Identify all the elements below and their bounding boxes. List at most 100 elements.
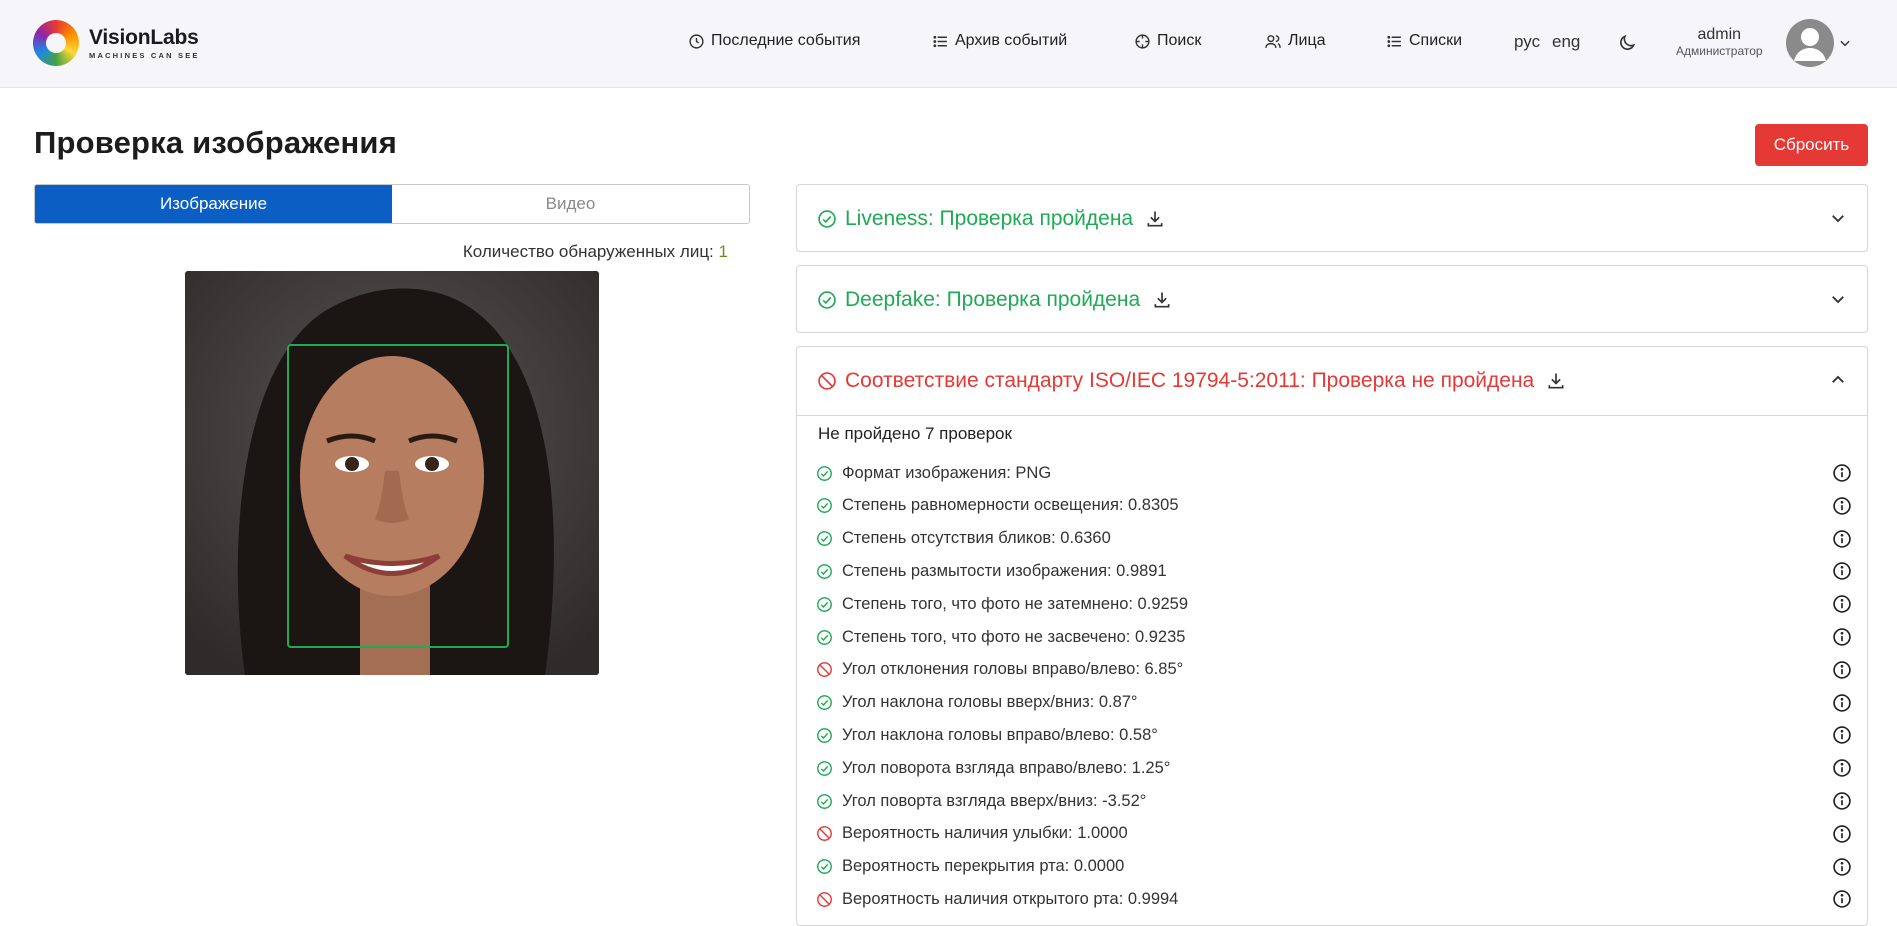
user-role: Администратор xyxy=(1676,44,1763,59)
clock-icon xyxy=(689,33,704,49)
check-row: Угол наклона головы вверх/вниз: 0.87° xyxy=(816,690,1852,716)
check-circle-icon xyxy=(817,760,832,776)
face-count-value: 1 xyxy=(718,242,728,261)
check-circle-icon xyxy=(817,498,832,514)
list-icon xyxy=(1387,35,1401,47)
lang-ru[interactable]: рус xyxy=(1514,32,1540,52)
avatar[interactable] xyxy=(1786,19,1834,67)
check-row: Формат изображения: PNG xyxy=(816,460,1852,486)
chevron-up-icon[interactable] xyxy=(1829,371,1847,389)
info-icon[interactable] xyxy=(1832,857,1852,877)
list-icon xyxy=(933,35,947,47)
deepfake-header: Deepfake: Проверка пройдена xyxy=(817,288,1172,312)
liveness-panel[interactable]: Liveness: Проверка пройдена xyxy=(796,184,1868,252)
download-icon[interactable] xyxy=(1152,290,1172,310)
logo-name: VisionLabs xyxy=(89,25,199,49)
logo[interactable]: VisionLabs MACHINES CAN SEE xyxy=(33,20,200,66)
check-circle-icon xyxy=(817,793,832,809)
check-row: Угол поворота взгляда вправо/влево: 1.25… xyxy=(816,755,1852,781)
check-label: Угол наклона головы вправо/влево: 0.58° xyxy=(842,725,1158,744)
page-title: Проверка изображения xyxy=(34,125,397,160)
check-circle-icon xyxy=(817,596,832,612)
deepfake-title: Deepfake: Проверка пройдена xyxy=(845,288,1141,311)
face-count: Количество обнаруженных лиц: 1 xyxy=(34,242,728,262)
tab-video[interactable]: Видео xyxy=(392,185,749,223)
check-label: Степень отсутствия бликов: 0.6360 xyxy=(842,529,1111,548)
check-row: Степень равномерности освещения: 0.8305 xyxy=(816,493,1852,519)
ban-icon xyxy=(818,372,836,390)
chevron-down-icon[interactable] xyxy=(1838,36,1852,50)
top-bar: VisionLabs MACHINES CAN SEE Последние со… xyxy=(0,0,1897,88)
crosshair-icon xyxy=(1135,33,1150,49)
check-row: Степень отсутствия бликов: 0.6360 xyxy=(816,526,1852,552)
info-icon[interactable] xyxy=(1832,889,1852,909)
check-label: Степень равномерности освещения: 0.8305 xyxy=(842,496,1179,515)
info-icon[interactable] xyxy=(1832,594,1852,614)
check-circle-icon xyxy=(817,563,832,579)
nav-label: Архив событий xyxy=(955,32,1068,49)
chevron-down-icon[interactable] xyxy=(1829,290,1847,308)
nav-events-archive[interactable]: Архив событий xyxy=(932,32,1067,50)
source-tabs: Изображение Видео xyxy=(34,184,750,224)
check-label: Степень того, что фото не засвечено: 0.9… xyxy=(842,627,1186,646)
check-row: Угол наклона головы вправо/влево: 0.58° xyxy=(816,722,1852,748)
check-row: Степень того, что фото не засвечено: 0.9… xyxy=(816,624,1852,650)
users-icon xyxy=(1265,34,1281,48)
check-circle-icon xyxy=(817,629,832,645)
reset-button[interactable]: Сбросить xyxy=(1755,124,1868,166)
check-label: Степень того, что фото не затемнено: 0.9… xyxy=(842,594,1189,613)
check-label: Угол поворта взгляда вверх/вниз: -3.52° xyxy=(842,791,1147,810)
nav-faces[interactable]: Лица xyxy=(1264,32,1326,50)
check-label: Угол поворота взгляда вправо/влево: 1.25… xyxy=(842,758,1171,777)
moon-icon[interactable] xyxy=(1617,33,1637,53)
check-label: Вероятность перекрытия рта: 0.0000 xyxy=(842,857,1125,876)
info-icon[interactable] xyxy=(1832,660,1852,680)
info-icon[interactable] xyxy=(1832,627,1852,647)
chevron-down-icon[interactable] xyxy=(1829,209,1847,227)
user-info[interactable]: admin Администратор xyxy=(1676,25,1763,59)
nav-label: Лица xyxy=(1288,32,1326,49)
info-icon[interactable] xyxy=(1832,791,1852,811)
info-icon[interactable] xyxy=(1832,758,1852,778)
tab-image[interactable]: Изображение xyxy=(35,185,392,223)
iso-summary: Не пройдено 7 проверок xyxy=(818,424,1012,443)
check-circle-icon xyxy=(818,291,836,309)
logo-tagline: MACHINES CAN SEE xyxy=(89,50,200,60)
nav-lists[interactable]: Списки xyxy=(1386,32,1462,50)
info-icon[interactable] xyxy=(1832,824,1852,844)
check-row: Степень того, что фото не затемнено: 0.9… xyxy=(816,591,1852,617)
info-icon[interactable] xyxy=(1832,529,1852,549)
check-circle-icon xyxy=(817,531,832,547)
liveness-title: Liveness: Проверка пройдена xyxy=(845,207,1134,230)
download-icon[interactable] xyxy=(1546,371,1566,391)
check-row: Вероятность наличия улыбки: 1.0000 xyxy=(816,821,1852,847)
check-circle-icon xyxy=(817,465,832,481)
lang-en[interactable]: eng xyxy=(1552,32,1580,52)
nav-label: Поиск xyxy=(1157,32,1202,49)
deepfake-panel[interactable]: Deepfake: Проверка пройдена xyxy=(796,265,1868,333)
face-count-label: Количество обнаруженных лиц: xyxy=(462,242,714,261)
check-row: Степень размытости изображения: 0.9891 xyxy=(816,558,1852,584)
info-icon[interactable] xyxy=(1832,463,1852,483)
check-label: Степень размытости изображения: 0.9891 xyxy=(842,561,1167,580)
liveness-header: Liveness: Проверка пройдена xyxy=(817,207,1165,231)
check-row: Угол поворта взгляда вверх/вниз: -3.52° xyxy=(816,788,1852,814)
download-icon[interactable] xyxy=(1145,209,1165,229)
check-label: Вероятность наличия открытого рта: 0.999… xyxy=(842,889,1179,908)
face-bounding-box xyxy=(287,344,509,648)
iso-header[interactable]: Соответствие стандарту ISO/IEC 19794-5:2… xyxy=(817,369,1566,393)
nav-search[interactable]: Поиск xyxy=(1134,32,1201,50)
info-icon[interactable] xyxy=(1832,496,1852,516)
check-label: Угол наклона головы вверх/вниз: 0.87° xyxy=(842,693,1138,712)
nav-recent-events[interactable]: Последние события xyxy=(688,32,860,50)
ban-icon xyxy=(817,662,832,678)
nav-label: Последние события xyxy=(711,32,861,49)
check-label: Вероятность наличия улыбки: 1.0000 xyxy=(842,824,1128,843)
ban-icon xyxy=(817,826,832,842)
info-icon[interactable] xyxy=(1832,693,1852,713)
info-icon[interactable] xyxy=(1832,725,1852,745)
user-name: admin xyxy=(1697,26,1742,43)
info-icon[interactable] xyxy=(1832,561,1852,581)
check-row: Вероятность перекрытия рта: 0.0000 xyxy=(816,854,1852,880)
user-avatar-icon xyxy=(1794,28,1826,61)
